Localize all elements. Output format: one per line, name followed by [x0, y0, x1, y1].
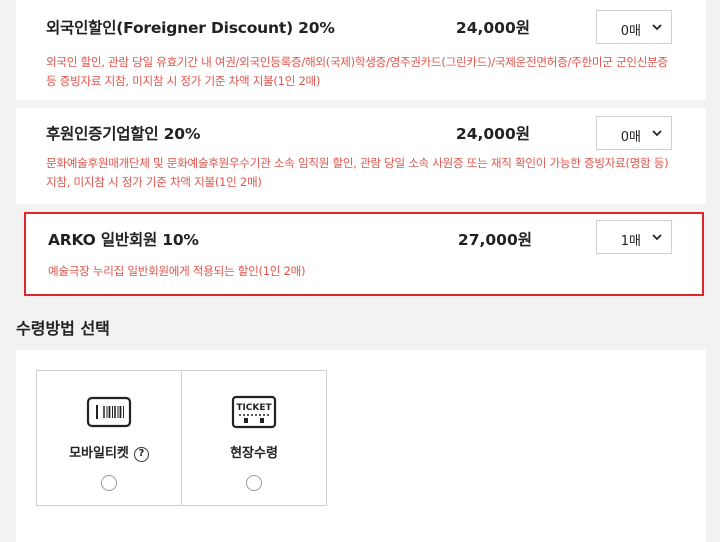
method-label-text: 모바일티켓	[69, 446, 129, 461]
receipt-method-mobile[interactable]: 모바일티켓?	[36, 370, 182, 506]
section-title: 수령방법 선택	[16, 319, 110, 338]
quantity-value: 0매	[620, 130, 641, 145]
method-label-text: 현장수령	[230, 446, 278, 461]
discount-price: 24,000원	[455, 125, 530, 143]
discount-price: 24,000원	[455, 19, 530, 37]
chevron-down-icon	[652, 24, 662, 31]
discount-description: 문화예술후원매개단체 및 문화예술후원우수기관 소속 임직원 할인, 관람 당일…	[46, 156, 669, 189]
quantity-select[interactable]: 0매	[596, 10, 672, 44]
ticket-icon: TICKET	[231, 395, 277, 429]
quantity-select[interactable]: 1매	[596, 220, 672, 254]
discount-name: ARKO 일반회원 10%	[48, 231, 199, 249]
receipt-method-onsite[interactable]: TICKET 현장수령	[181, 370, 327, 506]
discount-name: 외국인할인(Foreigner Discount) 20%	[46, 19, 335, 37]
help-icon[interactable]: ?	[133, 447, 149, 462]
quantity-select[interactable]: 0매	[596, 116, 672, 150]
radio-mobile-ticket[interactable]	[101, 475, 117, 491]
discount-row-selected: ARKO 일반회원 10% 27,000원 1매 예술극장 누리집 일반회원에게…	[24, 212, 704, 296]
mobile-ticket-icon	[86, 396, 132, 428]
svg-text:TICKET: TICKET	[236, 403, 272, 413]
discount-name: 후원인증기업할인 20%	[46, 125, 201, 143]
discount-price: 27,000원	[457, 231, 532, 249]
discount-description: 예술극장 누리집 일반회원에게 적용되는 할인(1인 2매)	[48, 264, 306, 278]
receipt-methods: 모바일티켓? TICKET 현장수령	[16, 350, 706, 542]
discount-row: 후원인증기업할인 20% 24,000원 0매 문화예술후원매개단체 및 문화예…	[16, 108, 706, 204]
method-label: 모바일티켓?	[37, 442, 181, 462]
quantity-value: 1매	[620, 234, 641, 249]
quantity-value: 0매	[620, 24, 641, 39]
chevron-down-icon	[652, 234, 662, 241]
method-label: 현장수령	[182, 442, 326, 461]
discount-row: 외국인할인(Foreigner Discount) 20% 24,000원 0매…	[16, 0, 706, 100]
chevron-down-icon	[652, 130, 662, 137]
discount-description: 외국인 할인, 관람 당일 유효기간 내 여권/외국인등록증/해외(국제)학생증…	[46, 55, 668, 88]
radio-onsite-pickup[interactable]	[246, 475, 262, 491]
